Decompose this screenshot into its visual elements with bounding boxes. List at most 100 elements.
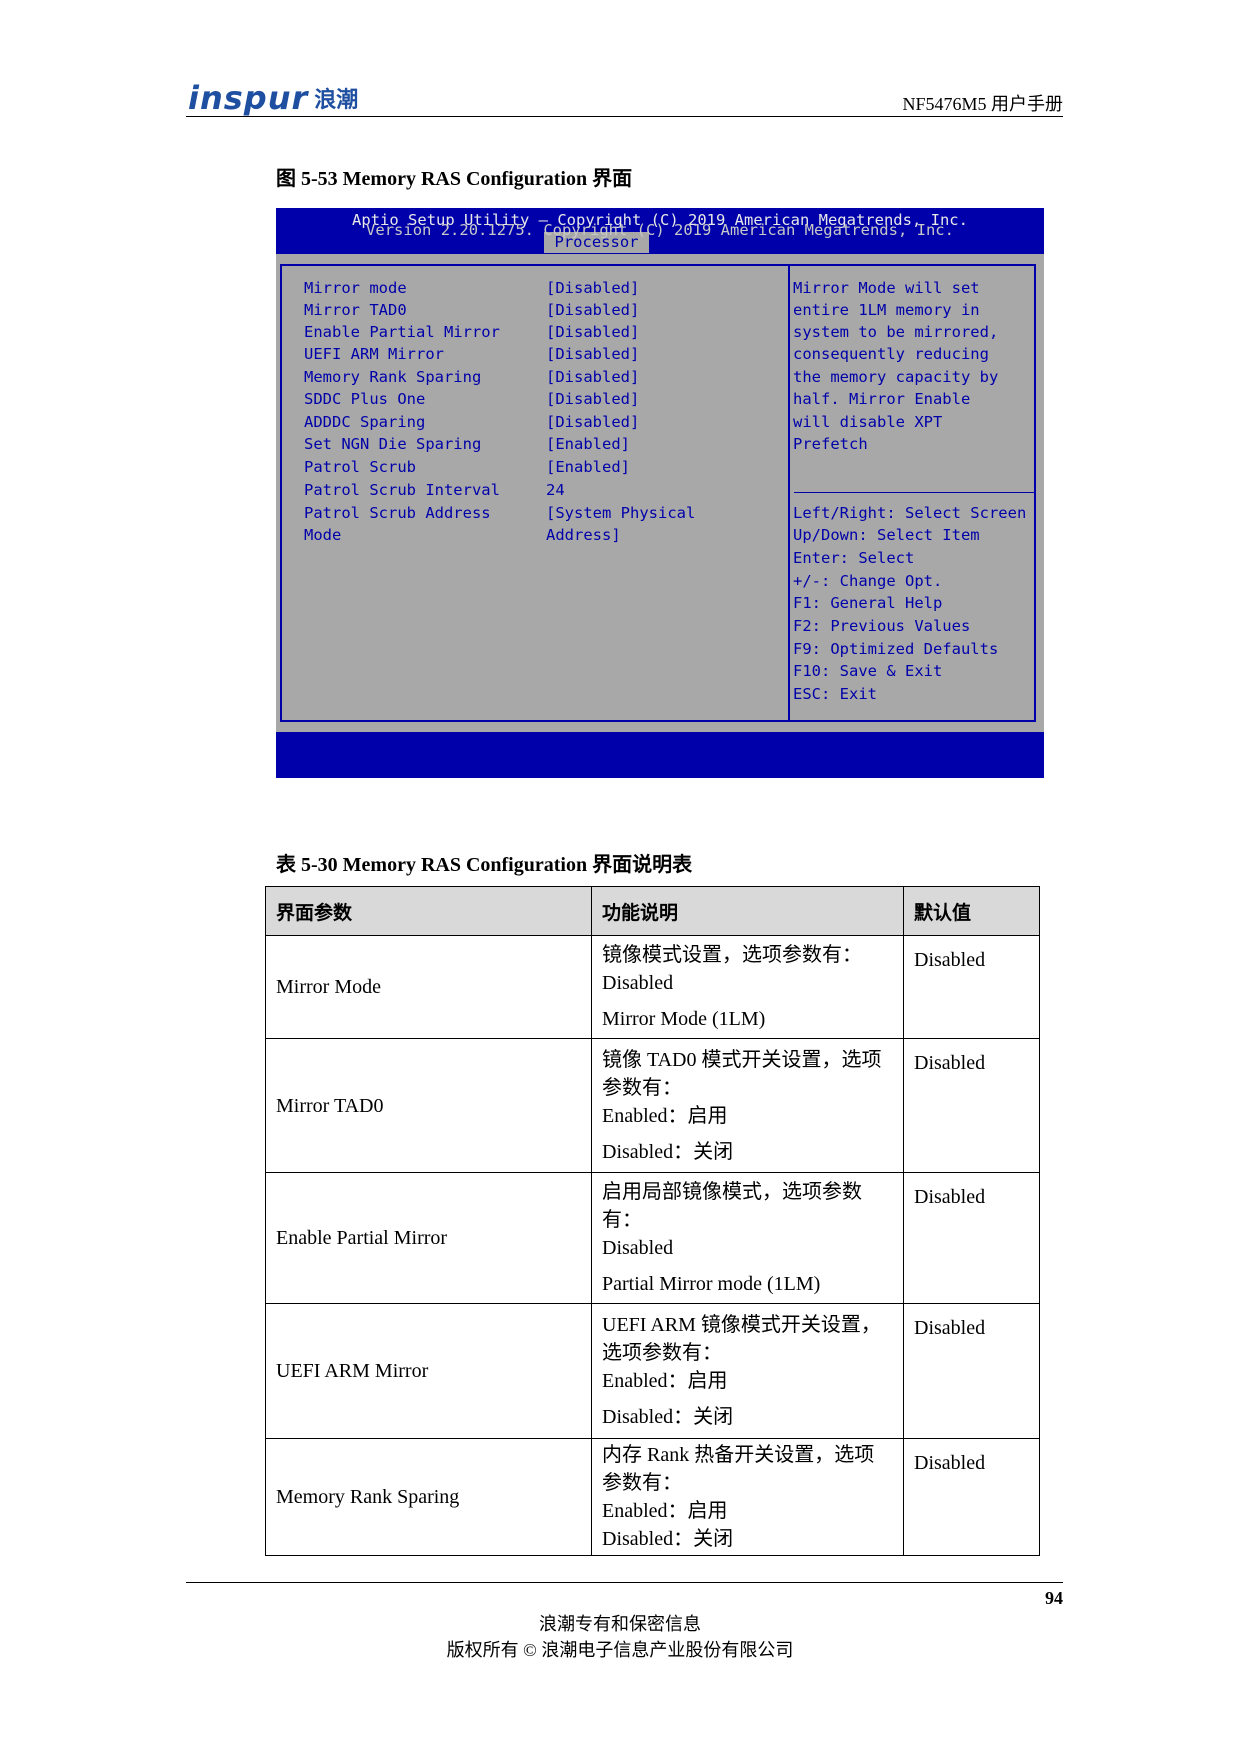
setting-label: Patrol Scrub: [304, 458, 416, 476]
setting-label: UEFI ARM Mirror: [304, 345, 444, 363]
bios-screenshot: Aptio Setup Utility – Copyright (C) 2019…: [276, 208, 1044, 778]
setting-value: [Enabled]: [546, 458, 630, 476]
setting-label: Enable Partial Mirror: [304, 323, 500, 341]
help-separator: [794, 492, 1034, 493]
bios-setting-row[interactable]: Mirror mode [Disabled]: [304, 279, 784, 301]
table-row: Memory Rank Sparing 内存 Rank 热备开关设置，选项参数有…: [265, 1438, 1040, 1556]
help-text-line: will disable XPT: [793, 413, 943, 431]
default-cell: Disabled: [903, 935, 1040, 1039]
function-cell: 启用局部镜像模式，选项参数有： Disabled Partial Mirror …: [591, 1172, 904, 1304]
function-line: Partial Mirror mode (1LM): [602, 1273, 821, 1295]
key-help-line: F10: Save & Exit: [793, 662, 943, 680]
bios-footer-bar: [276, 732, 1044, 778]
table-row: Enable Partial Mirror 启用局部镜像模式，选项参数有： Di…: [265, 1172, 1040, 1304]
function-cell: 内存 Rank 热备开关设置，选项参数有： Enabled：启用 Disable…: [591, 1438, 904, 1556]
bios-setting-row[interactable]: Patrol Scrub [Enabled]: [304, 458, 784, 480]
setting-label: Mirror mode: [304, 279, 407, 297]
function-cell: UEFI ARM 镜像模式开关设置，选项参数有： Enabled：启用 Disa…: [591, 1303, 904, 1439]
table-row: UEFI ARM Mirror UEFI ARM 镜像模式开关设置，选项参数有：…: [265, 1303, 1040, 1439]
column-header-default: 默认值: [903, 886, 1040, 936]
bios-setting-row[interactable]: Mode Address]: [304, 526, 784, 548]
bios-setting-row[interactable]: SDDC Plus One [Disabled]: [304, 390, 784, 412]
document-title: NF5476M5 用户手册: [902, 94, 1063, 114]
bios-panel-divider: [788, 264, 790, 722]
function-line: Disabled: [602, 1237, 674, 1259]
inspur-logo: inspur 浪潮: [188, 79, 359, 117]
bios-setting-row[interactable]: Set NGN Die Sparing [Enabled]: [304, 435, 784, 457]
help-text-line: half. Mirror Enable: [793, 390, 971, 408]
bios-setting-row[interactable]: UEFI ARM Mirror [Disabled]: [304, 345, 784, 367]
setting-label: Mode: [304, 526, 342, 544]
function-line: Enabled：启用: [602, 1500, 728, 1522]
help-text-line: system to be mirrored,: [793, 323, 999, 341]
description-table: 界面参数 功能说明 默认值 Mirror Mode 镜像模式设置，选项参数有： …: [265, 886, 1040, 1556]
default-cell: Disabled: [903, 1172, 1040, 1304]
function-line: Mirror Mode (1LM): [602, 1008, 766, 1030]
key-help-line: F2: Previous Values: [793, 617, 971, 635]
setting-value: 24: [546, 481, 565, 499]
setting-value: [Disabled]: [546, 301, 640, 319]
help-text-line: consequently reducing: [793, 345, 989, 363]
bios-setting-row[interactable]: Enable Partial Mirror [Disabled]: [304, 323, 784, 345]
page-number: 94: [1045, 1588, 1063, 1608]
table-row: Mirror Mode 镜像模式设置，选项参数有： Disabled Mirro…: [265, 935, 1040, 1039]
bios-setting-row[interactable]: Mirror TAD0 [Disabled]: [304, 301, 784, 323]
function-line: UEFI ARM 镜像模式开关设置，选项参数有：: [602, 1314, 881, 1364]
function-line: 镜像模式设置，选项参数有：: [602, 944, 862, 966]
bios-footer-text: Version 2.20.1275. Copyright (C) 2019 Am…: [366, 221, 954, 239]
function-line: Disabled: [602, 972, 674, 994]
bios-setting-row[interactable]: Memory Rank Sparing [Disabled]: [304, 368, 784, 390]
help-text-line: entire 1LM memory in: [793, 301, 980, 319]
setting-value: [Disabled]: [546, 368, 640, 386]
help-text-line: Prefetch: [793, 435, 868, 453]
default-cell: Disabled: [903, 1303, 1040, 1439]
function-line: 内存 Rank 热备开关设置，选项参数有：: [602, 1444, 875, 1494]
header-divider: [186, 116, 1063, 117]
bios-setting-row[interactable]: Patrol Scrub Interval 24: [304, 481, 784, 503]
param-cell: Mirror TAD0: [265, 1038, 592, 1173]
logo-text: inspur: [188, 79, 309, 117]
default-cell: Disabled: [903, 1438, 1040, 1556]
setting-value: [Disabled]: [546, 413, 640, 431]
setting-label: ADDDC Sparing: [304, 413, 426, 431]
setting-value: [Disabled]: [546, 279, 640, 297]
bios-setting-row[interactable]: ADDDC Sparing [Disabled]: [304, 413, 784, 435]
function-line: 启用局部镜像模式，选项参数有：: [602, 1181, 862, 1231]
function-line: Disabled：关闭: [602, 1406, 734, 1428]
key-help-line: Up/Down: Select Item: [793, 526, 980, 544]
function-cell: 镜像模式设置，选项参数有： Disabled Mirror Mode (1LM): [591, 935, 904, 1039]
confidentiality-notice: 浪潮专有和保密信息: [539, 1614, 701, 1634]
setting-value: [Disabled]: [546, 390, 640, 408]
param-cell: UEFI ARM Mirror: [265, 1303, 592, 1439]
param-cell: Mirror Mode: [265, 935, 592, 1039]
key-help-line: +/-: Change Opt.: [793, 572, 943, 590]
logo-cn-text: 浪潮: [314, 88, 359, 113]
setting-label: Set NGN Die Sparing: [304, 435, 482, 453]
table-caption: 表 5-30 Memory RAS Configuration 界面说明表: [276, 854, 693, 876]
footer-divider: [186, 1582, 1063, 1583]
key-help-line: ESC: Exit: [793, 685, 877, 703]
function-line: 镜像 TAD0 模式开关设置，选项参数有：: [602, 1048, 882, 1099]
key-help-line: F9: Optimized Defaults: [793, 640, 999, 658]
key-help-line: Left/Right: Select Screen: [793, 504, 1027, 522]
key-help-line: F1: General Help: [793, 594, 943, 612]
setting-label: Patrol Scrub Address: [304, 504, 491, 522]
setting-value: [Disabled]: [546, 323, 640, 341]
function-cell: 镜像 TAD0 模式开关设置，选项参数有： Enabled：启用 Disable…: [591, 1038, 904, 1173]
table-header-row: 界面参数 功能说明 默认值: [265, 886, 1040, 936]
param-cell: Memory Rank Sparing: [265, 1438, 592, 1556]
copyright-notice: 版权所有 © 浪潮电子信息产业股份有限公司: [446, 1640, 794, 1660]
function-line: Enabled：启用: [602, 1104, 728, 1127]
setting-label: SDDC Plus One: [304, 390, 426, 408]
column-header-param: 界面参数: [265, 886, 592, 936]
setting-value: Address]: [546, 526, 621, 544]
figure-caption: 图 5-53 Memory RAS Configuration 界面: [276, 168, 633, 190]
bios-setting-row[interactable]: Patrol Scrub Address [System Physical: [304, 504, 784, 526]
help-text-line: Mirror Mode will set: [793, 279, 980, 297]
setting-value: [System Physical: [546, 504, 696, 522]
default-cell: Disabled: [903, 1038, 1040, 1173]
help-text-line: the memory capacity by: [793, 368, 999, 386]
function-line: Disabled：关闭: [602, 1140, 734, 1163]
setting-value: [Disabled]: [546, 345, 640, 363]
setting-label: Mirror TAD0: [304, 301, 407, 319]
